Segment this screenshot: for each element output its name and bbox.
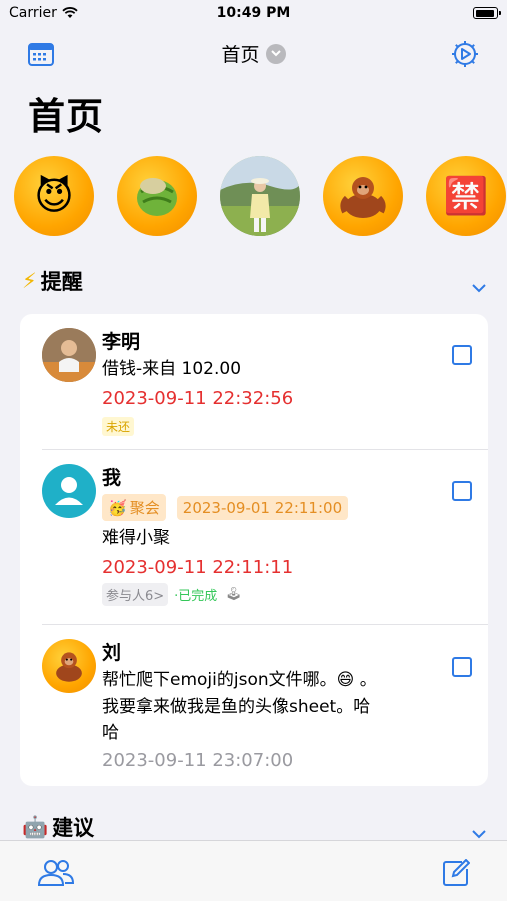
robot-icon: 🤖 [22, 814, 49, 839]
avatar-orangutan[interactable] [323, 156, 403, 236]
reminders-title: 提醒 [40, 270, 83, 294]
reminder-checkbox[interactable] [452, 657, 472, 677]
tab-bar [0, 840, 507, 901]
suggestions-header: 🤖 建议 [22, 812, 94, 842]
event-tag: 🥳 聚会 [102, 494, 166, 521]
contacts-tab[interactable] [36, 855, 76, 891]
reminders-collapse-button[interactable] [467, 276, 491, 300]
reminder-text-line: 我要拿来做我是鱼的头像sheet。哈 [102, 697, 371, 717]
avatar-forbidden[interactable]: 🈲 [426, 156, 506, 236]
reminder-item[interactable]: 刘 帮忙爬下emoji的json文件哪。😄 。 我要拿来做我是鱼的头像sheet… [20, 625, 488, 785]
party-emoji: 🥳 [108, 498, 127, 517]
participants-button[interactable]: 参与人6> [102, 583, 169, 606]
event-date-tag: 2023-09-01 22:11:00 [176, 495, 349, 520]
avatar [42, 328, 96, 382]
nav-title: 首页 [221, 44, 260, 66]
reminders-card: 李明 借钱-来自 102.00 2023-09-11 22:32:56 未还 我… [20, 314, 488, 786]
completed-label: ·已完成 [174, 589, 218, 604]
suggestions-title: 建议 [52, 816, 95, 840]
page-title: 首页 [28, 95, 104, 138]
reminder-item[interactable]: 我 🥳 聚会 2023-09-01 22:11:00 难得小聚 2023-09-… [20, 450, 488, 624]
reminder-text-line: 哈 [102, 723, 119, 743]
reminder-datetime: 2023-09-11 22:11:11 [102, 557, 294, 578]
status-bar: Carrier 10:49 PM [0, 0, 507, 28]
contact-name: 我 [102, 467, 122, 489]
lightning-icon: ⚡ [22, 269, 37, 293]
reminder-text-line: 帮忙爬下emoji的json文件哪。😄 。 [102, 670, 377, 690]
clock: 10:49 PM [216, 5, 291, 21]
avatar-watermelon[interactable] [117, 156, 197, 236]
reminder-checkbox[interactable] [452, 345, 472, 365]
settings-button[interactable] [449, 38, 481, 70]
devil-emoji: 😈 [34, 174, 74, 218]
people-icon [37, 860, 75, 886]
chevron-down-icon [472, 284, 486, 293]
chevron-down-icon [265, 43, 286, 64]
contact-name: 李明 [102, 331, 141, 353]
watermelon-icon [137, 178, 177, 216]
avatar [42, 639, 96, 693]
joystick-icon: 🕹 [225, 587, 242, 602]
reminder-item[interactable]: 李明 借钱-来自 102.00 2023-09-11 22:32:56 未还 [20, 314, 488, 450]
avatar [42, 464, 96, 518]
person-photo-icon [42, 328, 96, 382]
nav-title-menu[interactable]: 首页 [0, 40, 507, 67]
avatar-devil[interactable]: 😈 [14, 156, 94, 236]
battery-icon [473, 7, 501, 19]
reminder-checkbox[interactable] [452, 481, 472, 501]
orangutan-icon [340, 177, 386, 218]
orangutan-icon [56, 652, 82, 682]
avatar-person[interactable] [220, 156, 300, 236]
settings-icon [452, 41, 478, 67]
reminder-datetime: 2023-09-11 22:32:56 [102, 388, 294, 409]
avatar-carousel[interactable]: 😈 🈲 [14, 156, 507, 238]
forbidden-emoji: 🈲 [443, 176, 489, 217]
contact-name: 刘 [102, 642, 122, 664]
navigation-bar: 首页 [0, 34, 507, 74]
reminders-header: ⚡ 提醒 [22, 266, 83, 296]
reminder-text: 借钱-来自 102.00 [102, 359, 242, 379]
user-icon [55, 477, 83, 505]
chevron-down-icon [472, 830, 486, 839]
reminder-text: 难得小聚 [102, 528, 170, 548]
event-tag-label: 聚会 [129, 499, 160, 517]
reminder-datetime: 2023-09-11 23:07:00 [102, 750, 294, 771]
person-photo-icon [220, 156, 300, 236]
compose-icon [443, 859, 470, 886]
status-badge: 未还 [102, 417, 135, 436]
compose-tab[interactable] [436, 855, 476, 891]
